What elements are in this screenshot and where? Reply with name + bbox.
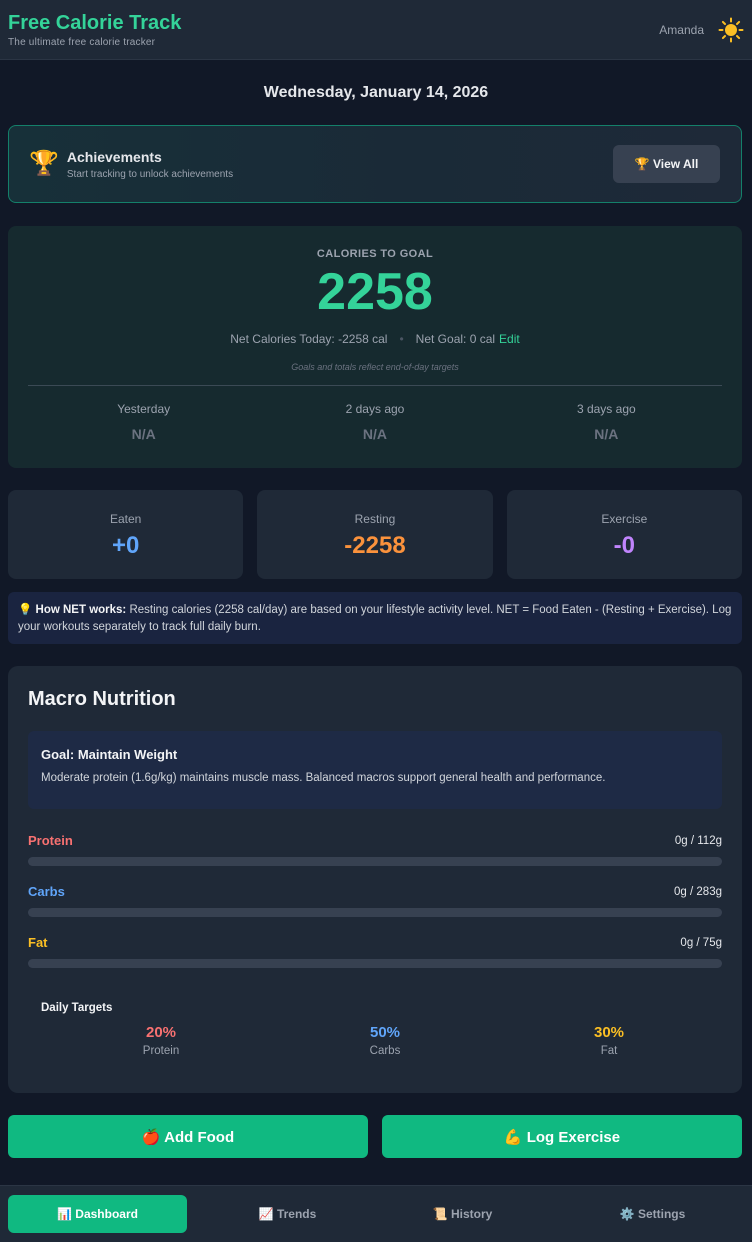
- macro-goal-desc: Moderate protein (1.6g/kg) maintains mus…: [41, 772, 606, 784]
- achievements-subtitle: Start tracking to unlock achievements: [66, 168, 234, 180]
- macro-amount: 0g / 112g: [674, 834, 722, 847]
- bottom-navigation: 📊 Dashboard 📈 Trends 📜 History ⚙️ Settin…: [0, 1185, 752, 1242]
- macro-name: Fat: [28, 935, 48, 950]
- current-date: Wednesday, January 14, 2026: [263, 84, 489, 101]
- history-yesterday: Yesterday N/A: [44, 402, 244, 442]
- macro-fat: Fat 0g / 75g: [28, 935, 722, 968]
- macro-name: Protein: [28, 833, 73, 848]
- action-buttons: 🍎 Add Food 💪 Log Exercise: [8, 1115, 742, 1158]
- net-summary: Net Calories Today: -2258 cal • Net Goal: …: [8, 332, 742, 346]
- info-title: How NET works:: [35, 604, 127, 616]
- history-3-days-ago: 3 days ago N/A: [506, 402, 706, 442]
- stat-label: Exercise: [601, 512, 648, 526]
- progress-bar: [28, 908, 722, 917]
- daily-targets: Daily Targets 20% Protein 50% Carbs 30% …: [28, 1002, 722, 1057]
- sun-icon[interactable]: [718, 17, 744, 43]
- calorie-stats: Eaten +0 Resting -2258 Exercise -0: [8, 490, 742, 579]
- log-exercise-button[interactable]: 💪 Log Exercise: [382, 1115, 742, 1158]
- nav-trends[interactable]: 📈 Trends: [198, 1195, 377, 1233]
- stat-label: Eaten: [109, 512, 142, 526]
- header-right: Amanda: [659, 17, 744, 43]
- macro-nutrition-card: Macro Nutrition Goal: Maintain Weight Mo…: [8, 666, 742, 1093]
- view-all-button[interactable]: 🏆 View All: [613, 145, 720, 183]
- achievements-banner: 🏆 Achievements Start tracking to unlock …: [8, 125, 742, 203]
- lightbulb-icon: 💡: [18, 604, 33, 616]
- progress-bar: [28, 959, 722, 968]
- trophy-icon: 🏆: [29, 150, 59, 177]
- history-value: N/A: [594, 426, 619, 442]
- net-today: Net Calories Today: -2258 cal: [230, 332, 388, 346]
- daily-targets-title: Daily Targets: [41, 1002, 113, 1014]
- targets-row: 20% Protein 50% Carbs 30% Fat: [41, 1024, 709, 1057]
- macro-amount: 0g / 283g: [674, 885, 722, 898]
- macro-carbs: Carbs 0g / 283g: [28, 884, 722, 917]
- history-value: N/A: [131, 426, 156, 442]
- achievements-title: Achievements: [66, 148, 162, 165]
- stat-value: +0: [111, 532, 140, 559]
- history-row: Yesterday N/A 2 days ago N/A 3 days ago …: [8, 402, 742, 442]
- user-name[interactable]: Amanda: [659, 23, 704, 37]
- app-subtitle: The ultimate free calorie tracker: [8, 36, 156, 48]
- macro-title: Macro Nutrition: [28, 688, 176, 710]
- goal-note: Goals and totals reflect end-of-day targ…: [291, 362, 459, 372]
- target-percent: 20%: [145, 1024, 177, 1041]
- target-name: Fat: [600, 1045, 618, 1057]
- achievements-info: 🏆 Achievements Start tracking to unlock …: [29, 149, 233, 180]
- stat-label: Resting: [354, 512, 396, 526]
- stat-eaten: Eaten +0: [8, 490, 244, 579]
- history-value: N/A: [362, 426, 388, 442]
- nav-history[interactable]: 📜 History: [373, 1195, 552, 1233]
- target-protein: 20% Protein: [101, 1024, 221, 1057]
- nav-settings[interactable]: ⚙️ Settings: [563, 1195, 742, 1233]
- nav-dashboard[interactable]: 📊 Dashboard: [8, 1195, 187, 1233]
- app-title: Free Calorie Track: [8, 11, 182, 34]
- history-label: Yesterday: [117, 402, 171, 416]
- macro-name: Carbs: [28, 884, 65, 899]
- macro-goal-title: Goal: Maintain Weight: [41, 747, 178, 762]
- target-fat: 30% Fat: [549, 1024, 669, 1057]
- target-carbs: 50% Carbs: [325, 1024, 445, 1057]
- macro-amount: 0g / 75g: [680, 936, 722, 949]
- add-food-button[interactable]: 🍎 Add Food: [8, 1115, 368, 1158]
- target-percent: 30%: [593, 1024, 625, 1041]
- stat-value: -2258: [344, 532, 406, 559]
- separator-dot: •: [399, 332, 404, 346]
- progress-bar: [28, 857, 722, 866]
- target-percent: 50%: [369, 1024, 401, 1041]
- goal-label: CALORIES TO GOAL: [316, 248, 434, 260]
- stat-value: -0: [613, 532, 635, 559]
- calories-goal-card: CALORIES TO GOAL 2258 Net Calories Today…: [8, 226, 742, 468]
- calories-to-goal-value: 2258: [317, 263, 433, 321]
- stat-exercise: Exercise -0: [506, 490, 742, 579]
- history-label: 2 days ago: [345, 402, 405, 416]
- target-name: Carbs: [369, 1045, 401, 1057]
- macro-protein: Protein 0g / 112g: [28, 833, 722, 866]
- edit-goal-link[interactable]: Edit: [499, 332, 520, 346]
- net-goal: Net Goal: 0 cal: [415, 332, 496, 346]
- target-name: Protein: [142, 1045, 180, 1057]
- net-info-box: 💡 How NET works: Resting calories (2258 …: [8, 592, 742, 644]
- macro-goal-box: Goal: Maintain Weight Moderate protein (…: [28, 731, 722, 809]
- brand: Free Calorie Track The ultimate free cal…: [8, 12, 181, 48]
- divider: [28, 385, 722, 386]
- history-label: 3 days ago: [576, 402, 636, 416]
- stat-resting: Resting -2258: [257, 490, 493, 579]
- app-header: Free Calorie Track The ultimate free cal…: [0, 0, 752, 60]
- history-2-days-ago: 2 days ago N/A: [275, 402, 475, 442]
